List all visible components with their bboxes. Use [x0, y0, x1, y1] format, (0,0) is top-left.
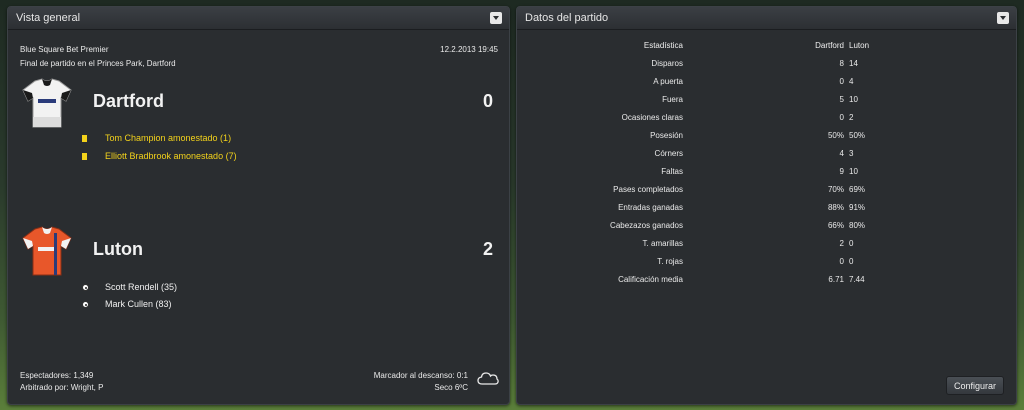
stat-label: Entradas ganadas [618, 203, 683, 212]
football-icon [82, 283, 89, 291]
stats-header-label: Estadística [643, 41, 683, 50]
match-stats-panel-title: Datos del partido [525, 12, 609, 24]
overview-panel-header: Vista general [8, 7, 509, 30]
stats-table: Estadística Dartford Luton Disparos 8 14 A… [517, 37, 1016, 289]
away-team-score: 2 [482, 239, 493, 259]
stat-away-value: 3 [849, 149, 854, 158]
stat-away-value: 0 [849, 239, 854, 248]
stat-row: A puerta 0 4 [517, 73, 1016, 91]
stat-home-value: 5 [839, 95, 844, 104]
stats-header-away: Luton [849, 41, 870, 50]
stat-away-value: 0 [849, 257, 854, 266]
match-stats-panel: Datos del partido Estadística Dartford L… [516, 6, 1017, 405]
stat-row: Córners 4 3 [517, 145, 1016, 163]
stat-home-value: 70% [827, 185, 844, 194]
configure-button[interactable]: Configurar [946, 376, 1004, 395]
stat-home-value: 4 [839, 149, 844, 158]
cloud-icon [477, 372, 499, 385]
stat-label: Cabezazos ganados [610, 221, 683, 230]
competition-name: Blue Square Bet Premier [20, 45, 109, 54]
away-event-1[interactable]: Scott Rendell (35) [82, 282, 177, 292]
stat-label: Faltas [661, 167, 683, 176]
stat-home-value: 50% [827, 131, 844, 140]
stat-away-value: 2 [849, 113, 854, 122]
referee-text: Arbitrado por: Wright, P [20, 383, 104, 392]
home-team-name[interactable]: Dartford [93, 91, 164, 112]
home-kit-icon [22, 78, 72, 128]
stat-away-value: 4 [849, 77, 854, 86]
overview-panel: Vista general Blue Square Bet Premier 12… [7, 6, 510, 405]
stat-home-value: 0 [839, 77, 844, 86]
stat-label: Disparos [651, 59, 683, 68]
weather-text: Seco 6ºC [434, 383, 468, 392]
stat-label: T. amarillas [642, 239, 683, 248]
attendance-text: Espectadores: 1,349 [20, 371, 94, 380]
chevron-down-icon [493, 16, 499, 20]
panel-menu-button[interactable] [997, 12, 1009, 24]
overview-panel-title: Vista general [16, 12, 81, 24]
home-event-2[interactable]: Elliott Bradbrook amonestado (7) [82, 151, 237, 161]
match-datetime: 12.2.2013 19:45 [440, 45, 498, 54]
stat-label: Ocasiones claras [621, 113, 683, 122]
stat-row: Fuera 5 10 [517, 91, 1016, 109]
away-kit-icon [22, 226, 72, 276]
stat-row: Ocasiones claras 0 2 [517, 109, 1016, 127]
stat-row: T. rojas 0 0 [517, 253, 1016, 271]
stat-row: Pases completados 70% 69% [517, 181, 1016, 199]
home-team-score: 0 [482, 91, 493, 111]
stat-away-value: 50% [849, 131, 866, 140]
chevron-down-icon [1000, 16, 1006, 20]
yellow-card-icon [82, 134, 87, 142]
event-text: Scott Rendell (35) [105, 282, 178, 292]
stat-label: Córners [654, 149, 683, 158]
stat-label: A puerta [653, 77, 683, 86]
stat-away-value: 10 [849, 95, 858, 104]
match-stats-panel-header: Datos del partido [517, 7, 1016, 30]
stat-row: Disparos 8 14 [517, 55, 1016, 73]
stat-home-value: 88% [827, 203, 844, 212]
stat-home-value: 66% [827, 221, 844, 230]
event-text: Elliott Bradbrook amonestado (7) [105, 151, 237, 161]
away-event-2[interactable]: Mark Cullen (83) [82, 299, 172, 309]
stat-away-value: 80% [849, 221, 866, 230]
stat-label: Pases completados [613, 185, 683, 194]
panel-menu-button[interactable] [490, 12, 502, 24]
stat-row: Faltas 9 10 [517, 163, 1016, 181]
stat-row: T. amarillas 2 0 [517, 235, 1016, 253]
stat-label: T. rojas [657, 257, 683, 266]
stat-home-value: 6.71 [828, 275, 844, 284]
event-text: Tom Champion amonestado (1) [105, 133, 232, 143]
stat-home-value: 9 [839, 167, 844, 176]
stat-away-value: 69% [849, 185, 866, 194]
stat-away-value: 91% [849, 203, 866, 212]
stat-away-value: 10 [849, 167, 858, 176]
event-text: Mark Cullen (83) [105, 299, 172, 309]
stat-label: Fuera [662, 95, 683, 104]
stat-home-value: 8 [839, 59, 844, 68]
away-team-name[interactable]: Luton [93, 239, 143, 260]
stat-away-value: 7.44 [849, 275, 865, 284]
stat-row: Posesión 50% 50% [517, 127, 1016, 145]
yellow-card-icon [82, 152, 87, 160]
stat-label: Calificación media [618, 275, 683, 284]
football-icon [82, 300, 89, 308]
home-event-1[interactable]: Tom Champion amonestado (1) [82, 133, 231, 143]
match-venue: Final de partido en el Princes Park, Dar… [20, 59, 176, 68]
stat-label: Posesión [650, 131, 683, 140]
stats-header-home: Dartford [815, 41, 844, 50]
stat-home-value: 2 [839, 239, 844, 248]
stat-home-value: 0 [839, 113, 844, 122]
stat-home-value: 0 [839, 257, 844, 266]
stat-row: Entradas ganadas 88% 91% [517, 199, 1016, 217]
stats-header-row: Estadística Dartford Luton [517, 37, 1016, 55]
stat-row: Cabezazos ganados 66% 80% [517, 217, 1016, 235]
stat-away-value: 14 [849, 59, 858, 68]
halftime-score: Marcador al descanso: 0:1 [373, 371, 468, 380]
stat-row: Calificación media 6.71 7.44 [517, 271, 1016, 289]
